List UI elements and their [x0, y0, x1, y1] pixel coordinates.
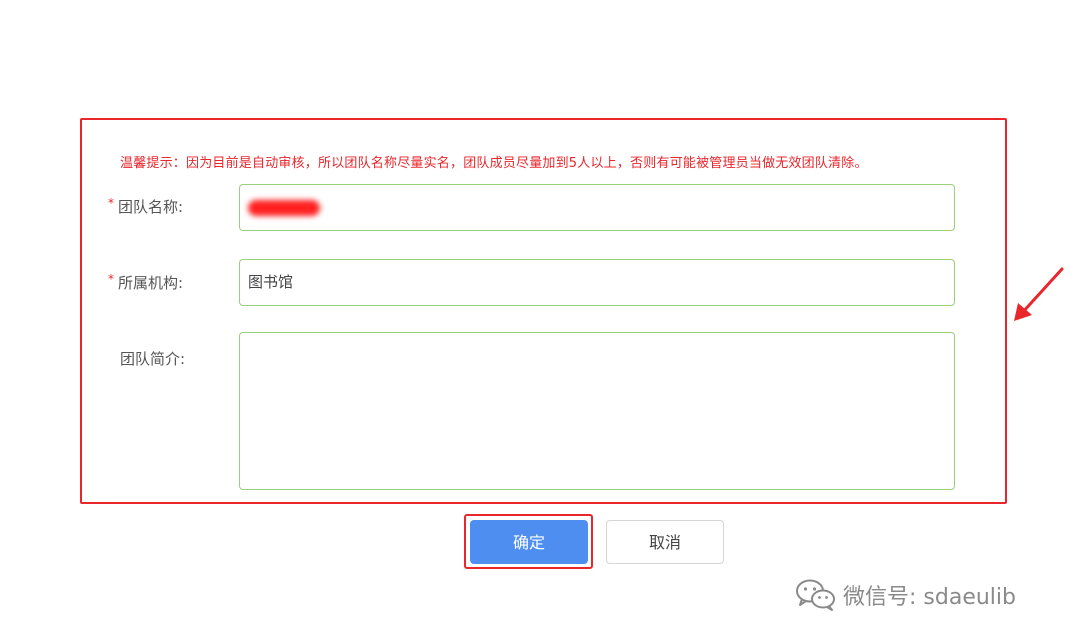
watermark: 微信号: sdaeulib — [795, 578, 1016, 612]
annotation-arrow-icon — [1014, 267, 1064, 321]
organization-label-text: 所属机构: — [118, 274, 184, 292]
confirm-button[interactable]: 确定 — [470, 520, 588, 564]
wechat-icon — [796, 579, 835, 611]
cancel-button[interactable]: 取消 — [606, 520, 724, 564]
organization-label: * 所属机构: — [108, 272, 218, 293]
redacted-value — [248, 200, 320, 216]
required-mark: * — [108, 272, 114, 286]
team-name-label-text: 团队名称: — [118, 198, 184, 216]
team-name-input[interactable] — [239, 184, 955, 231]
team-name-label: * 团队名称: — [108, 196, 218, 217]
organization-input[interactable]: 图书馆 — [239, 259, 955, 306]
notice-text: 温馨提示：因为目前是自动审核，所以团队名称尽量实名，团队成员尽量加到5人以上，否… — [120, 156, 868, 171]
watermark-text: 微信号: sdaeulib — [843, 585, 1016, 610]
description-textarea[interactable] — [239, 332, 955, 490]
required-mark: * — [108, 196, 114, 210]
description-label: 团队简介: — [120, 350, 186, 368]
